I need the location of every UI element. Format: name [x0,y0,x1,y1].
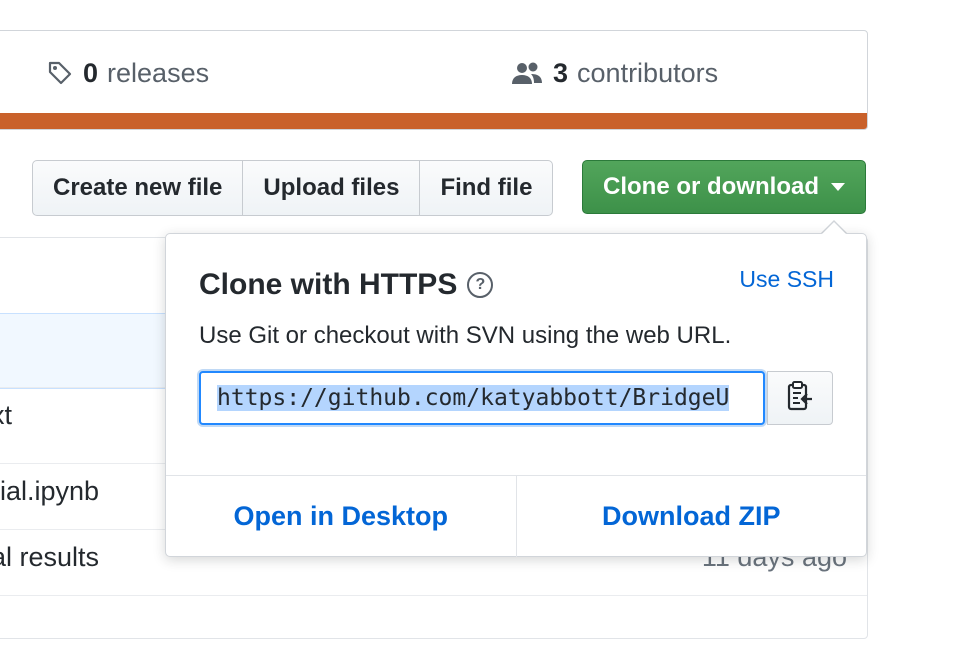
clone-url-text: https://github.com/katyabbott/BridgeU [217,385,730,411]
use-ssh-link[interactable]: Use SSH [739,266,834,293]
clipboard-icon [786,380,814,417]
contributors-label: contributors [577,57,719,88]
download-zip-button[interactable]: Download ZIP [517,476,867,557]
table-row[interactable] [0,595,867,661]
create-new-file-button[interactable]: Create new file [33,161,244,215]
contributors-count: 3 [553,57,569,88]
language-bar[interactable] [0,113,867,129]
caret-down-icon [831,183,845,191]
clone-or-download-button[interactable]: Clone or download [582,160,866,214]
copy-url-button[interactable] [767,371,833,425]
repo-summary: 0 releases 3 contributors [0,30,868,130]
popover-arrow-fill [821,222,847,235]
contributors-link[interactable]: 3 contributors [511,53,718,93]
file-actions-group: Create new file Upload files Find file [32,160,554,216]
releases-count: 0 [83,57,99,88]
releases-link[interactable]: 0 releases [47,53,209,93]
file-name[interactable]: xt [0,400,12,431]
popover-footer: Open in Desktop Download ZIP [166,475,866,557]
clone-title-text: Clone with HTTPS [199,268,458,301]
file-name[interactable]: al results [0,542,99,573]
clone-button-label: Clone or download [603,173,819,200]
open-in-desktop-button[interactable]: Open in Desktop [166,476,517,557]
upload-files-button[interactable]: Upload files [243,161,421,215]
releases-label: releases [107,57,210,88]
clone-description: Use Git or checkout with SVN using the w… [199,322,732,349]
question-icon[interactable]: ? [467,272,494,298]
people-icon [511,60,543,86]
tag-icon [47,60,73,86]
clone-url-input[interactable]: https://github.com/katyabbott/BridgeU [199,371,765,425]
clone-popover: Clone with HTTPS ? Use SSH Use Git or ch… [165,233,867,557]
file-name[interactable]: rial.ipynb [0,476,99,507]
popover-title: Clone with HTTPS ? [199,268,494,302]
find-file-button[interactable]: Find file [420,161,552,215]
